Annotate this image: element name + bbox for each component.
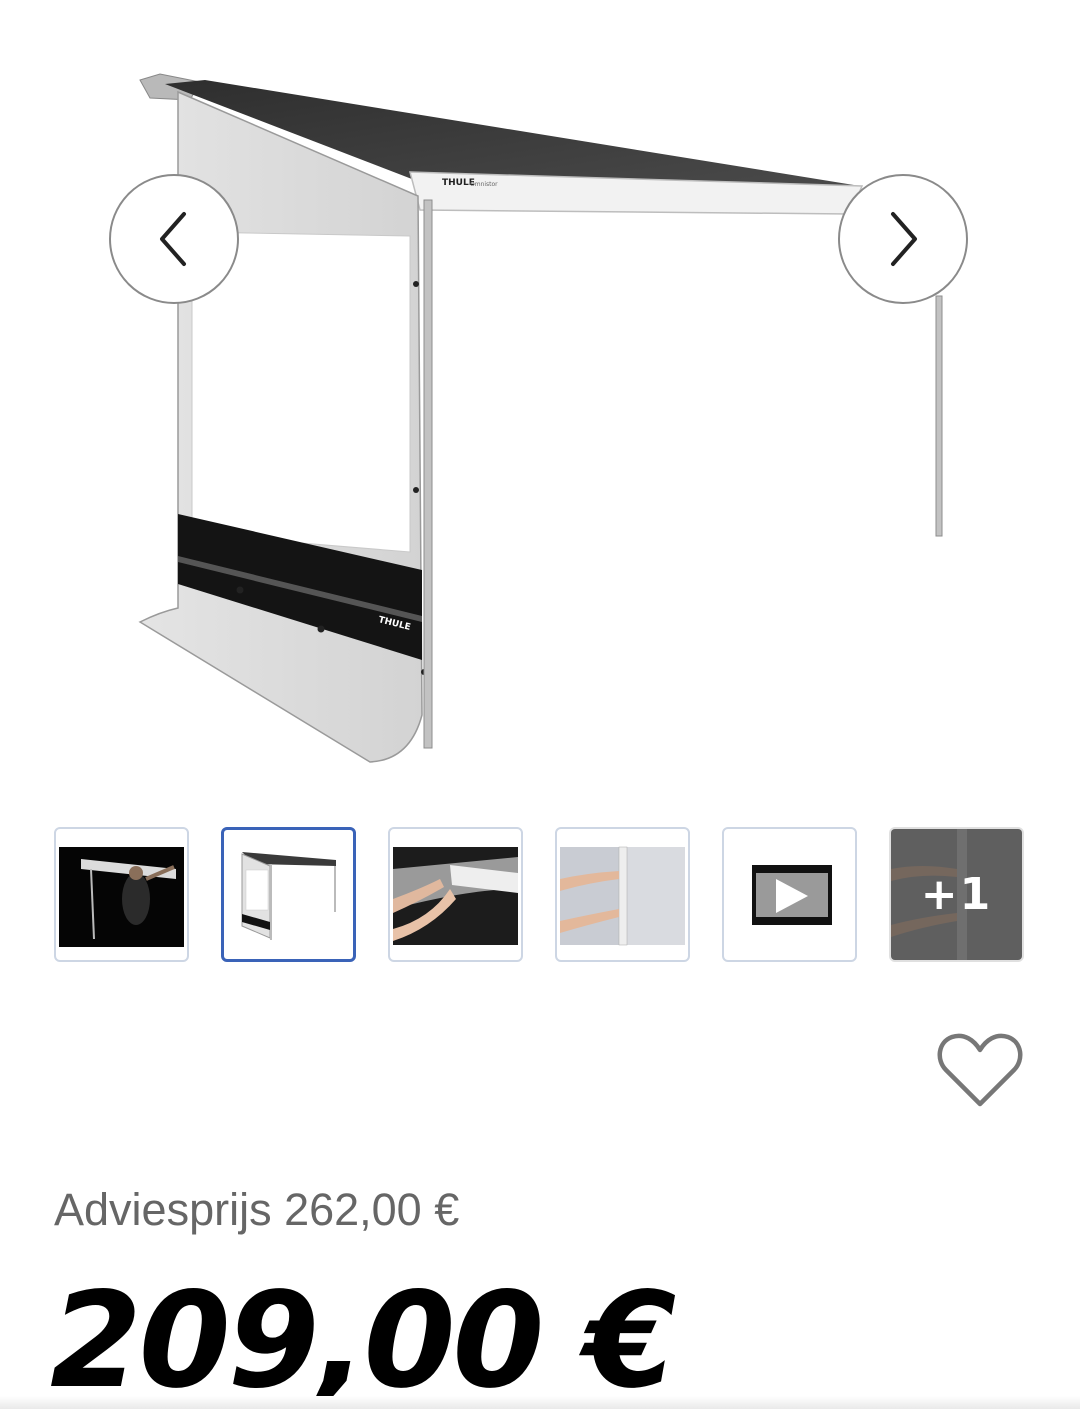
product-main-image[interactable]: THULE Omnistor THULE [0, 0, 1080, 800]
thumbnail-more[interactable]: +1 [889, 827, 1024, 962]
thumbnail-image [59, 847, 184, 947]
play-icon [752, 865, 832, 925]
thumbnail-strip: +1 [54, 827, 1026, 965]
sale-price: 209,00 € [50, 1264, 676, 1418]
thumbnail-4[interactable] [555, 827, 690, 962]
thumbnail-3[interactable] [388, 827, 523, 962]
chevron-right-icon [891, 212, 917, 266]
recommended-price: Adviesprijs 262,00 € [54, 1184, 460, 1235]
product-gallery: THULE Omnistor THULE [0, 0, 1080, 800]
thumbnail-image [241, 852, 336, 940]
chevron-left-icon [160, 212, 186, 266]
thumbnail-1[interactable] [54, 827, 189, 962]
bottom-divider [0, 1396, 1080, 1409]
more-images-count: +1 [920, 869, 993, 920]
thumbnail-2-selected[interactable] [221, 827, 356, 962]
next-image-button[interactable] [838, 174, 968, 304]
heart-outline-icon [937, 1033, 1023, 1107]
thumbnail-video[interactable] [722, 827, 857, 962]
thumbnail-image [560, 846, 685, 946]
thumbnail-image [393, 847, 518, 945]
favorite-button[interactable] [934, 1030, 1026, 1112]
previous-image-button[interactable] [109, 174, 239, 304]
awning-model-text: Omnistor [470, 181, 498, 188]
